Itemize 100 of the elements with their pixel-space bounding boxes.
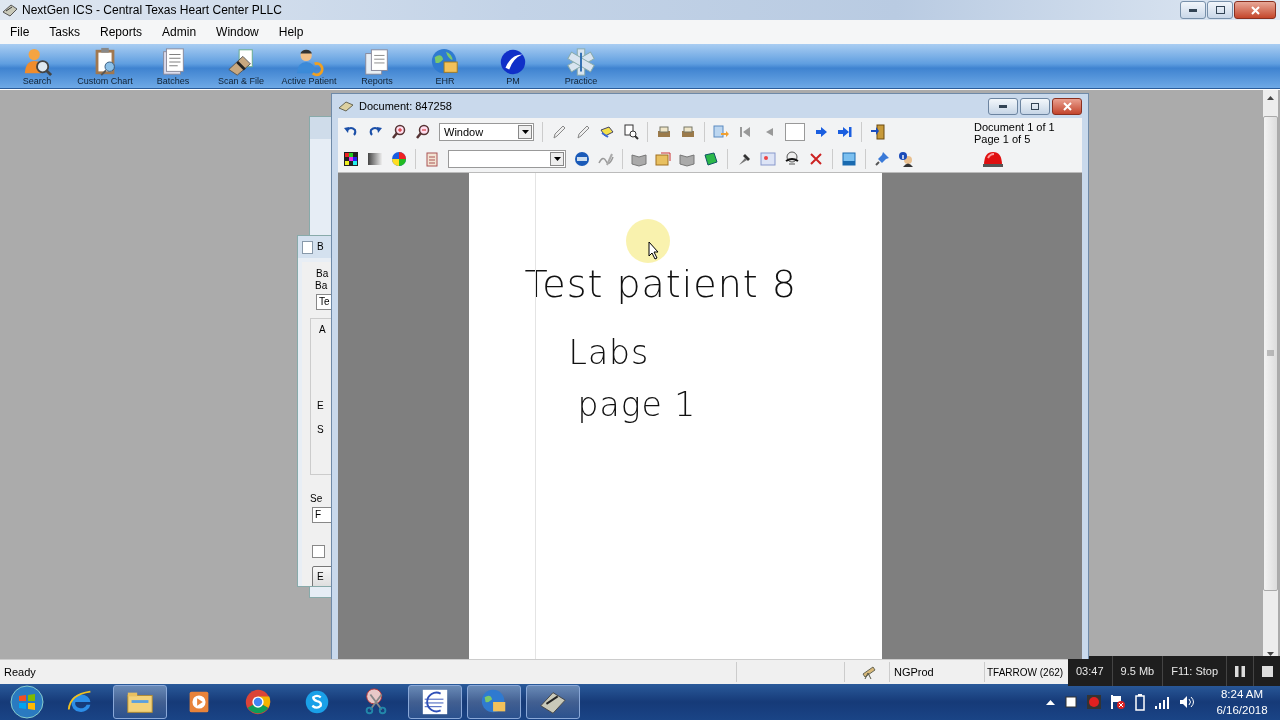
maximize-button[interactable] bbox=[1020, 97, 1050, 115]
toolbar-button[interactable]: Batches bbox=[139, 44, 207, 88]
clock-date[interactable]: 6/16/2018 bbox=[1216, 702, 1268, 718]
window-title: Document: 847258 bbox=[359, 100, 452, 112]
menu-item[interactable]: Reports bbox=[92, 22, 151, 42]
window-title: NextGen ICS - Central Texas Heart Center PLLC bbox=[22, 3, 282, 17]
close-button[interactable] bbox=[1052, 97, 1082, 115]
section-label: Se bbox=[310, 493, 324, 506]
highlighter-icon[interactable] bbox=[599, 123, 615, 140]
show-hidden-icon[interactable] bbox=[1046, 699, 1055, 705]
info-person-icon[interactable] bbox=[898, 150, 914, 167]
document-icon bbox=[302, 240, 314, 254]
document-count: Document 1 of 1 bbox=[974, 121, 1056, 133]
maximize-button[interactable] bbox=[1207, 1, 1233, 19]
toolbar-button[interactable]: EHR bbox=[411, 44, 479, 88]
menu-item[interactable]: Help bbox=[270, 22, 312, 42]
grip-icon[interactable] bbox=[1267, 350, 1274, 357]
stop-icon[interactable] bbox=[1262, 665, 1274, 677]
pushpin-icon[interactable] bbox=[874, 150, 890, 167]
menu-item[interactable]: Tasks bbox=[41, 22, 89, 42]
toolbar-button[interactable]: Scan & File bbox=[207, 44, 275, 88]
page-count: Page 1 of 5 bbox=[974, 133, 1032, 145]
speaker-icon[interactable] bbox=[1179, 695, 1195, 709]
page-magnifier-icon[interactable] bbox=[623, 123, 639, 140]
sphere-icon bbox=[498, 47, 528, 77]
pause-icon[interactable] bbox=[1235, 665, 1246, 677]
clock-time[interactable]: 8:24 AM bbox=[1220, 686, 1264, 702]
badge-icon[interactable] bbox=[574, 150, 590, 167]
toolbar-button[interactable]: Practice bbox=[547, 44, 615, 88]
taskbar-app[interactable] bbox=[113, 685, 167, 719]
taskbar-app[interactable] bbox=[408, 685, 462, 719]
delete-icon[interactable] bbox=[808, 150, 824, 167]
close-icon bbox=[1250, 5, 1260, 15]
pen-icon[interactable] bbox=[551, 123, 567, 140]
book-icon[interactable] bbox=[703, 150, 719, 167]
menu-item[interactable]: Window bbox=[208, 22, 267, 42]
menu-item[interactable]: File bbox=[2, 22, 38, 42]
color-wheel-icon[interactable] bbox=[391, 150, 407, 167]
taskbar-app[interactable] bbox=[526, 685, 580, 719]
toolbar-button[interactable]: Active Patient bbox=[275, 44, 343, 88]
euro-sign-icon bbox=[420, 687, 450, 717]
gradient-icon[interactable] bbox=[367, 150, 383, 167]
image-icon[interactable] bbox=[760, 150, 776, 167]
person-icon bbox=[294, 47, 324, 77]
minimize-button[interactable] bbox=[988, 97, 1018, 115]
window-icon[interactable] bbox=[841, 150, 857, 167]
toolbar-button[interactable]: Reports bbox=[343, 44, 411, 88]
minimize-icon bbox=[1189, 8, 1197, 12]
clipboard-icon[interactable] bbox=[424, 150, 440, 167]
group-label: Ba bbox=[316, 268, 330, 280]
handwritten-text: Labs bbox=[568, 333, 650, 372]
scrollbar[interactable] bbox=[1263, 90, 1278, 659]
flag-icon[interactable] bbox=[1110, 694, 1126, 710]
group-label: A bbox=[319, 324, 327, 336]
field-label: Ba bbox=[315, 280, 329, 292]
pen-icon[interactable] bbox=[575, 123, 591, 140]
status-text: Ready bbox=[0, 662, 737, 682]
star-of-life-icon bbox=[566, 47, 596, 77]
toolbar-button[interactable]: Search bbox=[3, 44, 71, 88]
minimize-button[interactable] bbox=[1180, 1, 1206, 19]
dropdown[interactable]: F bbox=[312, 507, 333, 524]
handwritten-text: page 1 bbox=[577, 385, 697, 424]
toolbar-button[interactable]: Custom Chart bbox=[71, 44, 139, 88]
printer-icon[interactable] bbox=[656, 123, 672, 140]
window-title: B bbox=[317, 241, 324, 253]
zoom-in-icon[interactable] bbox=[391, 123, 407, 140]
user-name: TFARROW (262) bbox=[986, 665, 1065, 680]
scanner-icon bbox=[2, 3, 18, 17]
dropdown-arrow-icon[interactable] bbox=[553, 156, 561, 161]
minimize-icon bbox=[999, 104, 1007, 108]
telescope-icon bbox=[861, 664, 877, 680]
signal-icon[interactable] bbox=[1154, 695, 1170, 709]
stop-icon[interactable] bbox=[1064, 695, 1078, 709]
color-grid-icon[interactable] bbox=[343, 150, 359, 167]
close-icon bbox=[1062, 101, 1072, 111]
maximize-icon bbox=[1215, 6, 1225, 14]
taskbar-app[interactable] bbox=[467, 685, 521, 719]
scroll-up-icon[interactable] bbox=[1267, 96, 1274, 100]
start-button[interactable] bbox=[10, 685, 44, 719]
printer-icon[interactable] bbox=[680, 123, 696, 140]
toolbar-button[interactable]: PM bbox=[479, 44, 547, 88]
battery-icon[interactable] bbox=[1135, 693, 1145, 711]
door-icon[interactable] bbox=[870, 123, 886, 140]
person-magnifier-icon bbox=[22, 47, 52, 77]
zoom-dropdown[interactable]: Window bbox=[439, 122, 534, 141]
dialog-button[interactable]: E bbox=[312, 566, 333, 586]
checkbox[interactable] bbox=[312, 545, 325, 558]
page-number-field[interactable] bbox=[785, 122, 805, 141]
database-name: NGProd bbox=[890, 662, 985, 682]
zoom-out-icon[interactable] bbox=[415, 123, 431, 140]
restore-icon bbox=[1031, 102, 1039, 110]
record-icon[interactable] bbox=[1087, 695, 1101, 709]
scanner-icon bbox=[338, 100, 354, 112]
field-label: S bbox=[317, 424, 325, 436]
dropdown-arrow-icon[interactable] bbox=[521, 129, 529, 134]
menu-item[interactable]: Admin bbox=[154, 22, 205, 42]
field-label: E bbox=[317, 400, 325, 412]
scanner-icon bbox=[226, 47, 256, 77]
close-button[interactable] bbox=[1234, 1, 1276, 19]
mustache-icon[interactable] bbox=[784, 150, 800, 167]
